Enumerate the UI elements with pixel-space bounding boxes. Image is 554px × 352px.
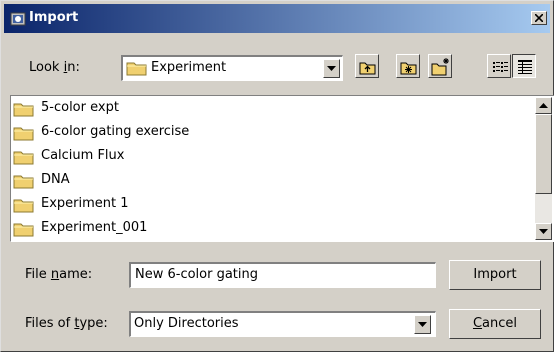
look-in-label: Look in: <box>29 60 80 75</box>
chevron-down-icon <box>327 66 336 71</box>
list-item[interactable]: 6-color gating exercise <box>13 122 533 144</box>
import-button[interactable]: Import <box>449 260 541 290</box>
list-item-label: DNA <box>41 172 70 187</box>
chevron-down-icon <box>418 322 427 327</box>
list-item[interactable]: DNA <box>13 170 533 192</box>
folder-icon <box>13 149 35 169</box>
scroll-up-button[interactable] <box>535 97 552 114</box>
list-item[interactable]: Calcium Flux <box>13 146 533 168</box>
list-item-label: Experiment 1 <box>41 196 129 211</box>
list-view-icon <box>493 62 508 72</box>
file-type-value: Only Directories <box>134 316 239 331</box>
new-folder-button[interactable] <box>428 54 452 78</box>
file-name-field[interactable]: New 6-color gating <box>129 262 436 288</box>
up-one-level-button[interactable] <box>355 54 379 78</box>
look-in-value: Experiment <box>151 60 227 75</box>
list-view-button[interactable] <box>487 54 511 78</box>
vertical-scrollbar[interactable] <box>535 97 552 240</box>
list-item[interactable]: Experiment_001 <box>13 218 533 240</box>
look-in-dropdown-button[interactable] <box>323 59 340 78</box>
file-name-value: New 6-color gating <box>135 267 259 282</box>
scroll-up-icon <box>539 103 548 108</box>
list-item-label: 5-color expt <box>41 100 119 115</box>
scroll-thumb[interactable] <box>535 114 552 194</box>
title-bar[interactable]: Import <box>4 4 550 33</box>
list-item-label: Experiment_001 <box>41 220 148 235</box>
file-type-label: Files of type: <box>25 316 108 331</box>
file-name-label: File name: <box>25 267 93 282</box>
file-list[interactable]: 5-color expt 6-color gating exercise Cal… <box>10 95 554 242</box>
folder-icon <box>13 173 35 193</box>
close-icon <box>535 14 543 22</box>
folder-icon <box>13 197 35 217</box>
list-item[interactable]: 5-color expt <box>13 98 533 120</box>
home-folder-button[interactable] <box>396 54 420 78</box>
folder-icon <box>13 125 35 145</box>
import-dialog: Import Look in: Experiment 5-color expt … <box>0 0 554 352</box>
cancel-button[interactable]: Cancel <box>449 309 541 339</box>
scroll-down-button[interactable] <box>535 223 552 240</box>
list-item-label: Calcium Flux <box>41 148 125 163</box>
folder-icon <box>13 221 35 241</box>
file-type-combo[interactable]: Only Directories <box>129 311 436 337</box>
home-folder-icon <box>400 62 417 75</box>
folder-icon <box>126 60 148 80</box>
new-folder-icon <box>431 58 449 76</box>
scroll-down-icon <box>539 229 548 234</box>
list-item[interactable]: Experiment 1 <box>13 194 533 216</box>
look-in-combo[interactable]: Experiment <box>121 55 343 81</box>
list-item-label: 6-color gating exercise <box>41 124 190 139</box>
window-title: Import <box>29 10 79 25</box>
details-view-button[interactable] <box>512 54 536 78</box>
close-button[interactable] <box>531 11 547 25</box>
up-one-level-icon <box>359 62 376 75</box>
details-view-icon <box>518 60 532 74</box>
file-type-dropdown-button[interactable] <box>414 315 431 334</box>
app-icon <box>10 11 26 27</box>
folder-icon <box>13 101 35 121</box>
